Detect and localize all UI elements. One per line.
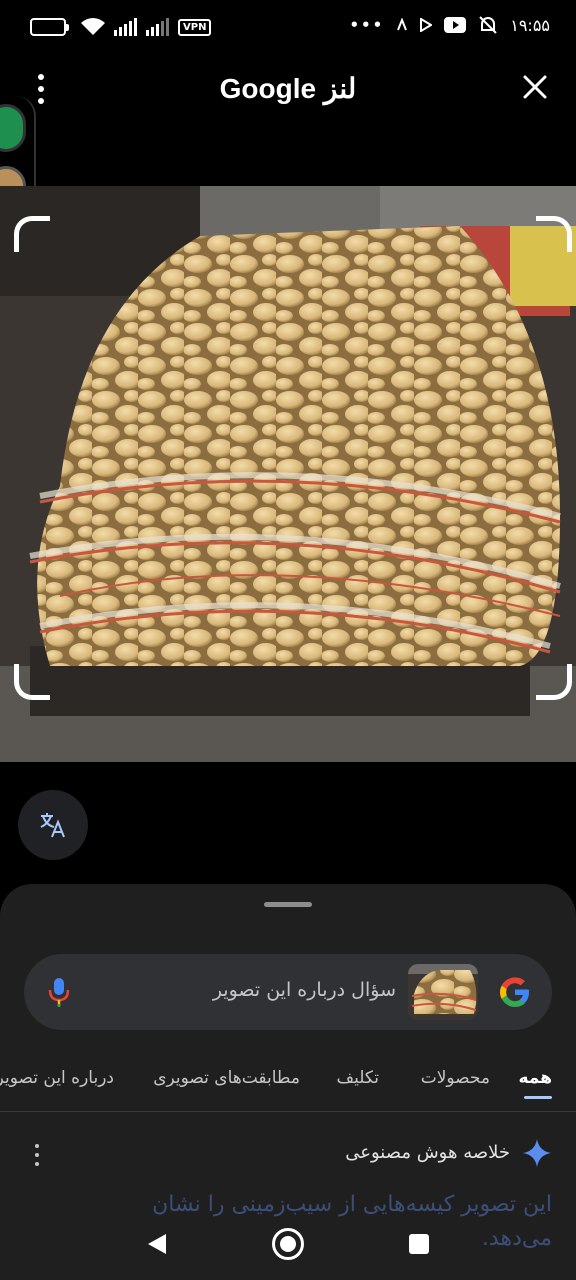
google-logo-icon xyxy=(500,977,529,1007)
tab-all[interactable]: همه xyxy=(519,1068,553,1088)
image-thumbnail[interactable] xyxy=(408,964,478,1020)
wifi-icon xyxy=(81,18,105,35)
ai-overview-label: خلاصه هوش مصنوعی xyxy=(345,1142,510,1163)
tab-products[interactable]: محصولات xyxy=(421,1068,490,1088)
tab-about-this-image[interactable]: درباره این تصویر xyxy=(0,1068,114,1088)
search-image[interactable] xyxy=(0,186,576,762)
battery-icon: 39 xyxy=(30,18,69,36)
search-input[interactable]: سؤال درباره این تصویر xyxy=(24,954,552,1030)
crop-handle-top-left[interactable] xyxy=(14,216,50,252)
navigation-bar xyxy=(0,1212,576,1280)
page-title: لنز Google xyxy=(219,73,357,104)
crop-handle-top-right[interactable] xyxy=(536,216,572,252)
more-notifications-icon: ••• xyxy=(349,16,385,34)
battery-level: 39 xyxy=(36,20,52,33)
crop-handle-bottom-right[interactable] xyxy=(536,664,572,700)
ai-overview-header: خلاصه هوش مصنوعی xyxy=(0,1136,576,1172)
crop-handle-bottom-left[interactable] xyxy=(14,664,50,700)
home-icon[interactable] xyxy=(272,1228,304,1260)
clock: ۱۹:۵۵ xyxy=(510,15,550,35)
signal-icon xyxy=(146,18,169,36)
status-bar: 39 VPN ••• ۱۹:۵۵ xyxy=(0,0,576,56)
app-bar: لنز Google xyxy=(0,62,576,118)
ai-overview-menu-icon[interactable] xyxy=(30,1144,44,1166)
youtube-icon xyxy=(444,17,467,33)
translate-icon xyxy=(40,813,65,838)
vpn-badge: VPN xyxy=(178,18,212,36)
active-tab-indicator xyxy=(524,1096,552,1099)
ai-sparkle-icon xyxy=(523,1139,551,1167)
nfc-icon xyxy=(397,18,408,31)
tab-homework[interactable]: تکلیف xyxy=(337,1068,379,1088)
tab-visual-matches[interactable]: مطابقت‌های تصویری xyxy=(153,1068,300,1088)
close-icon[interactable] xyxy=(520,72,550,102)
microphone-icon[interactable] xyxy=(46,976,72,1008)
signal-icon xyxy=(114,18,137,36)
search-placeholder: سؤال درباره این تصویر xyxy=(212,979,396,1001)
translate-button[interactable] xyxy=(18,790,88,860)
back-icon[interactable] xyxy=(146,1232,168,1256)
recents-icon[interactable] xyxy=(409,1234,429,1254)
sheet-drag-handle[interactable] xyxy=(264,902,312,907)
play-icon xyxy=(420,18,433,32)
filter-tabs: همه محصولات تکلیف مطابقت‌های تصویری دربا… xyxy=(0,1060,576,1112)
alarm-off-icon xyxy=(479,16,497,34)
